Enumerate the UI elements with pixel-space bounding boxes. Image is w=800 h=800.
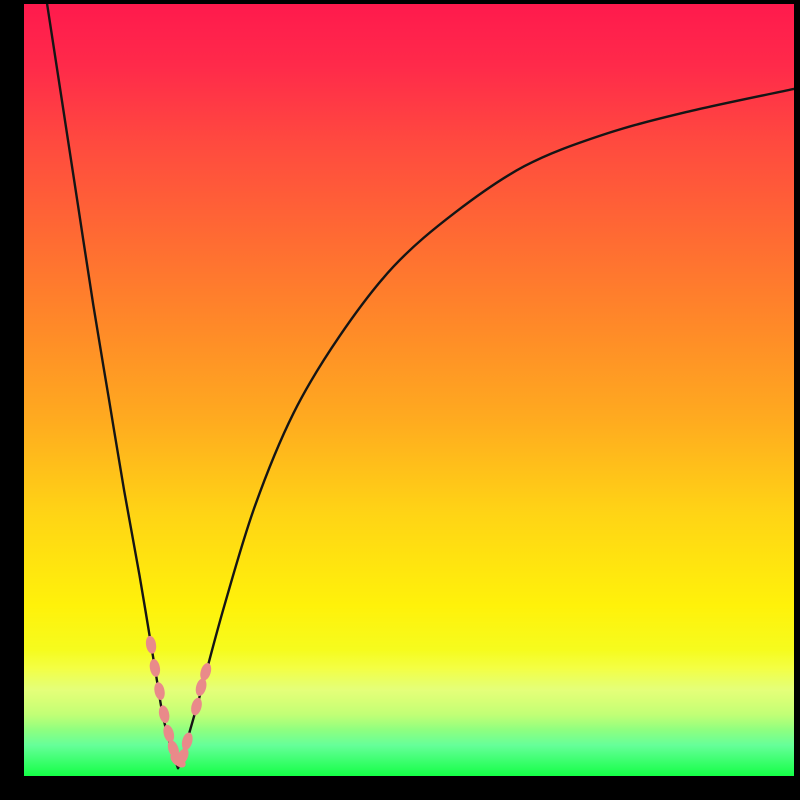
data-marker: [180, 731, 194, 751]
bottleneck-curve: [47, 4, 794, 768]
data-marker: [189, 697, 203, 717]
data-marker: [198, 662, 213, 682]
data-marker: [157, 704, 171, 724]
chart-stage: TheBottlenecker.com: [0, 0, 800, 800]
plot-area: [24, 4, 794, 776]
data-marker: [148, 658, 161, 678]
data-marker: [194, 677, 208, 697]
data-marker: [162, 724, 176, 744]
data-markers: [145, 635, 213, 770]
curve-svg: [24, 4, 794, 776]
data-marker: [153, 681, 166, 701]
data-marker: [145, 635, 158, 654]
